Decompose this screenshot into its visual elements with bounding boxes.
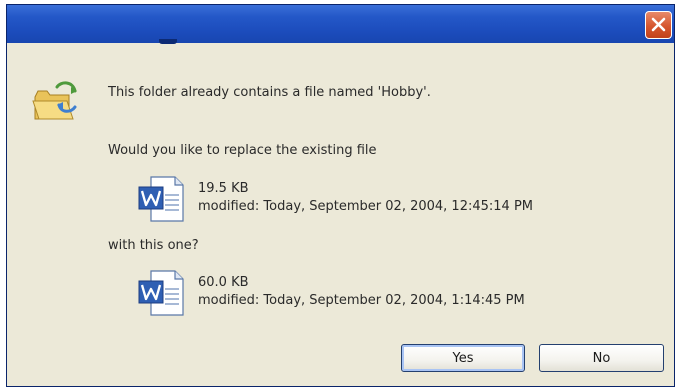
new-file-modified: modified: Today, September 02, 2004, 1:1… bbox=[198, 293, 525, 308]
word-document-icon bbox=[137, 269, 185, 323]
no-button[interactable]: No bbox=[539, 344, 664, 372]
new-file-size: 60.0 KB bbox=[198, 275, 249, 290]
close-icon bbox=[651, 17, 666, 32]
title-bar-notch bbox=[159, 39, 177, 44]
replace-question: Would you like to replace the existing f… bbox=[108, 143, 377, 158]
yes-button[interactable]: Yes bbox=[401, 344, 525, 372]
existing-file-modified: modified: Today, September 02, 2004, 12:… bbox=[198, 199, 534, 214]
folder-replace-icon bbox=[31, 79, 81, 129]
existing-file-size: 19.5 KB bbox=[198, 181, 249, 196]
replace-message: This folder already contains a file name… bbox=[108, 85, 431, 100]
title-bar[interactable] bbox=[7, 5, 674, 44]
word-document-icon bbox=[137, 175, 185, 229]
confirm-file-replace-dialog: This folder already contains a file name… bbox=[6, 4, 675, 387]
with-this-one-label: with this one? bbox=[108, 238, 199, 253]
close-button[interactable] bbox=[645, 11, 672, 39]
